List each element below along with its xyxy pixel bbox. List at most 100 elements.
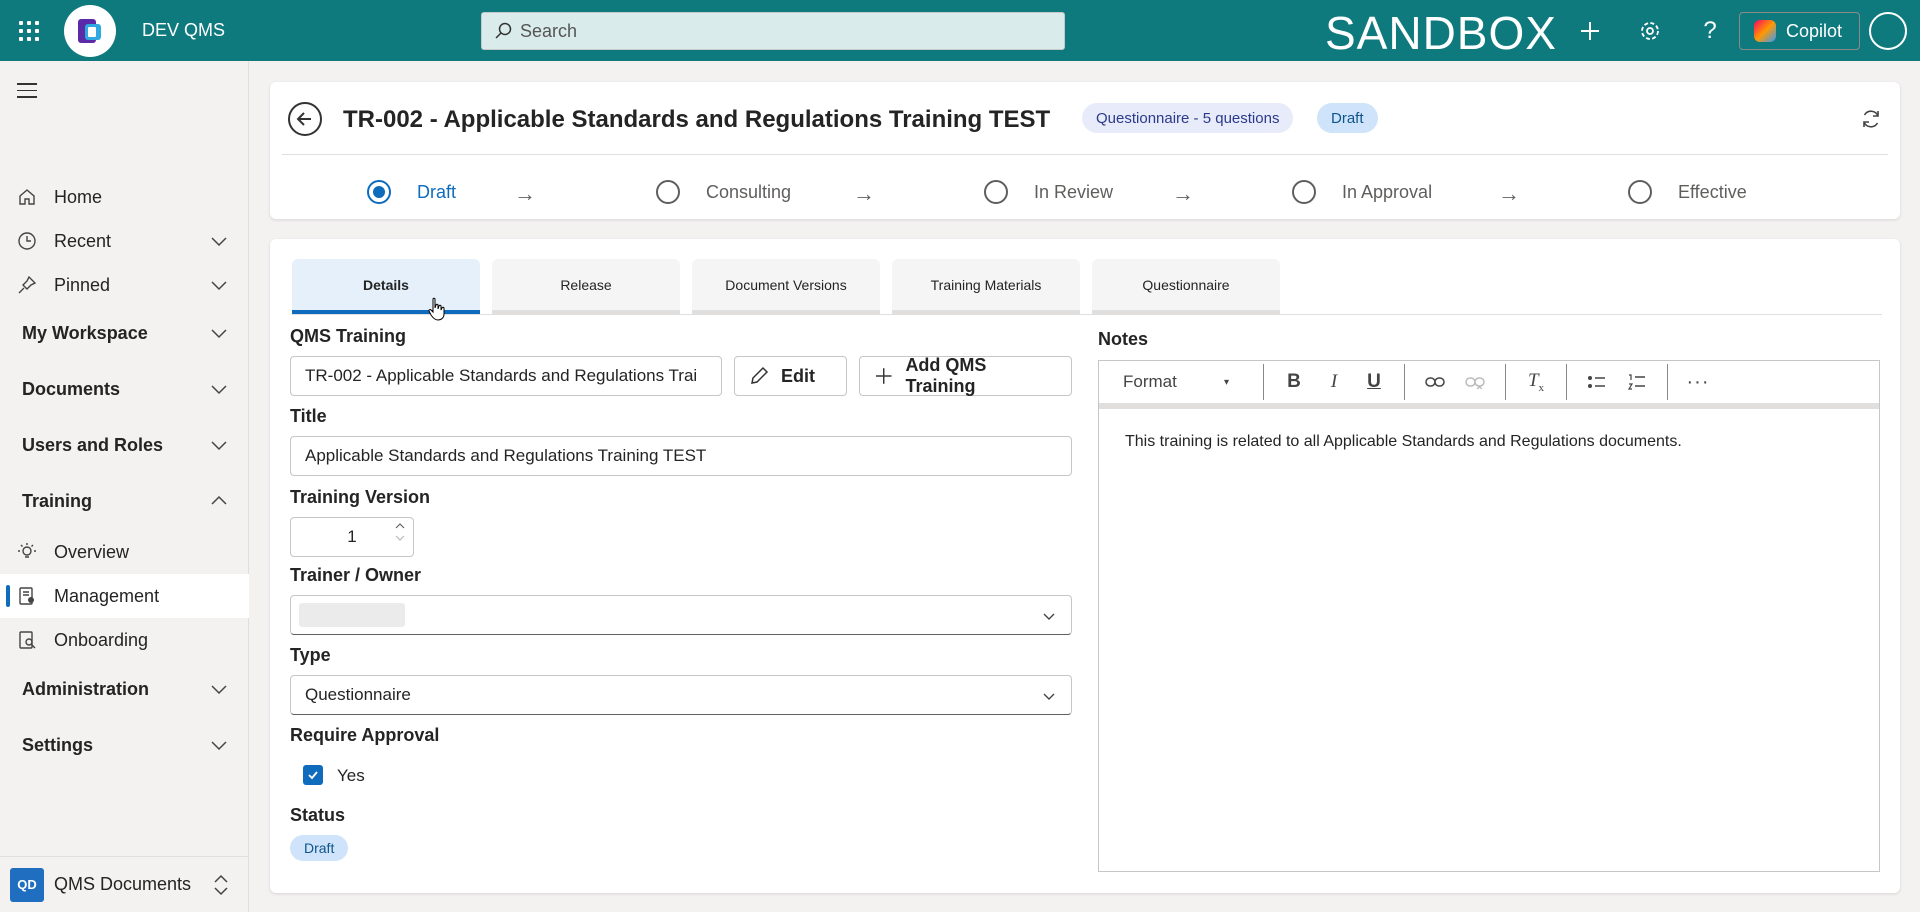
chevron-down-icon[interactable] [395, 535, 405, 542]
sidebar-item-onboarding[interactable]: Onboarding [0, 618, 249, 662]
chevron-down-icon[interactable] [209, 735, 229, 755]
sidebar-item-label: Home [54, 186, 103, 207]
require-approval-label: Require Approval [290, 725, 440, 745]
chevron-down-icon[interactable] [209, 275, 229, 295]
sidebar-item-management[interactable]: Management [0, 574, 249, 618]
unlink-button[interactable] [1460, 367, 1490, 397]
notes-editor[interactable]: Format ▾ B I U Tx ··· This training is r… [1098, 360, 1880, 872]
chevron-up-icon[interactable] [395, 522, 405, 529]
sidebar-group-label: My Workspace [22, 322, 148, 343]
app-launcher-button[interactable] [0, 0, 58, 61]
require-approval-checkbox[interactable] [303, 765, 323, 785]
chevron-down-icon[interactable] [209, 379, 229, 399]
arrow-right-icon: → [1498, 181, 1520, 206]
pin-icon [16, 274, 38, 296]
edit-button[interactable]: Edit [734, 356, 847, 396]
copilot-label: Copilot [1786, 20, 1843, 41]
app-name[interactable]: DEV QMS [142, 20, 225, 41]
sidebar-item-overview[interactable]: Overview [0, 530, 249, 574]
chevron-down-icon[interactable] [209, 679, 229, 699]
toolbar-separator [1566, 364, 1567, 400]
back-button[interactable] [288, 102, 322, 136]
link-button[interactable] [1420, 367, 1450, 397]
settings-button[interactable] [1634, 15, 1666, 47]
user-avatar[interactable] [1869, 12, 1907, 50]
search-input[interactable]: Search [481, 12, 1065, 50]
require-approval-value: Yes [337, 766, 365, 785]
trainer-owner-dropdown[interactable] [290, 595, 1072, 635]
stage-in-approval[interactable]: In Approval [1292, 180, 1432, 204]
toolbar-separator [1404, 364, 1405, 400]
bullet-list-button[interactable] [1582, 367, 1612, 397]
underline-button[interactable]: U [1359, 367, 1389, 397]
stage-in-review[interactable]: In Review [984, 180, 1113, 204]
hand-cursor-icon [428, 297, 445, 321]
stage-consulting[interactable]: Consulting [656, 180, 791, 204]
numbered-list-button[interactable] [1622, 367, 1652, 397]
help-icon: ? [1703, 17, 1717, 44]
chevron-down-icon[interactable] [209, 231, 229, 251]
tab-document-versions[interactable]: Document Versions [692, 259, 880, 314]
waffle-icon [19, 20, 39, 41]
format-dropdown[interactable]: Format ▾ [1099, 372, 1253, 392]
pencil-icon [751, 366, 769, 384]
tab-questionnaire[interactable]: Questionnaire [1092, 259, 1280, 314]
sidebar-item-pinned[interactable]: Pinned [0, 263, 249, 307]
status-badge: Draft [1317, 103, 1378, 133]
more-options-button[interactable]: ··· [1683, 367, 1713, 397]
edit-button-label: Edit [781, 365, 815, 386]
help-button[interactable]: ? [1694, 15, 1726, 47]
sidebar-group-label: Users and Roles [22, 434, 164, 455]
add-qms-training-button[interactable]: Add QMS Training [859, 355, 1072, 396]
stage-draft[interactable]: Draft [367, 180, 456, 204]
sidebar-group-label: Administration [22, 678, 150, 699]
tab-training-materials[interactable]: Training Materials [892, 259, 1080, 314]
sidebar-group-documents[interactable]: Documents [0, 367, 249, 411]
environment-label: SANDBOX [1325, 7, 1557, 59]
top-bar: DEV QMS Search SANDBOX ? Copilot [0, 0, 1920, 61]
title-input[interactable]: Applicable Standards and Regulations Tra… [290, 436, 1072, 476]
stage-radio [656, 180, 680, 204]
sidebar-group-my-workspace[interactable]: My Workspace [0, 311, 249, 355]
training-version-stepper[interactable]: 1 [290, 517, 414, 557]
stage-radio [1292, 180, 1316, 204]
tab-details[interactable]: Details [292, 259, 480, 314]
chevron-up-icon[interactable] [209, 491, 229, 511]
chevron-down-icon [1043, 693, 1055, 700]
sidebar-group-settings[interactable]: Settings [0, 723, 249, 767]
stage-radio [367, 180, 391, 204]
tab-release[interactable]: Release [492, 259, 680, 314]
hamburger-icon[interactable] [17, 83, 37, 103]
italic-button[interactable]: I [1319, 367, 1349, 397]
stage-effective[interactable]: Effective [1628, 180, 1747, 204]
qms-training-label: QMS Training [290, 326, 407, 346]
training-version-value: 1 [347, 527, 357, 546]
new-button[interactable] [1574, 15, 1606, 47]
clear-formatting-button[interactable]: Tx [1521, 367, 1551, 397]
sidebar-group-administration[interactable]: Administration [0, 667, 249, 711]
copilot-button[interactable]: Copilot [1739, 12, 1860, 50]
chevron-down-icon[interactable] [209, 435, 229, 455]
qms-training-lookup[interactable]: TR-002 - Applicable Standards and Regula… [290, 356, 722, 396]
refresh-button[interactable] [1860, 108, 1882, 135]
checkmark-icon [308, 771, 318, 780]
search-icon [495, 22, 512, 39]
form-card: Details Release Document Versions Traini… [270, 239, 1900, 893]
notes-content[interactable]: This training is related to all Applicab… [1125, 433, 1682, 451]
bold-button[interactable]: B [1279, 367, 1309, 397]
stage-label: Draft [417, 181, 457, 202]
chevron-down-icon[interactable] [209, 323, 229, 343]
refresh-icon [1863, 110, 1879, 128]
area-switcher[interactable]: QD QMS Documents [0, 856, 249, 912]
copilot-icon [1754, 20, 1776, 42]
unlink-icon [1465, 377, 1485, 389]
type-dropdown[interactable]: Questionnaire [290, 675, 1072, 715]
editor-toolbar: Format ▾ B I U Tx ··· [1099, 361, 1879, 409]
home-icon [16, 186, 38, 208]
sidebar-item-recent[interactable]: Recent [0, 219, 249, 263]
arrow-left-icon [296, 112, 311, 126]
sidebar-group-users-and-roles[interactable]: Users and Roles [0, 423, 249, 467]
sidebar-group-training[interactable]: Training [0, 479, 249, 523]
numbered-list-icon [1627, 374, 1645, 390]
sidebar-item-home[interactable]: Home [0, 175, 249, 219]
